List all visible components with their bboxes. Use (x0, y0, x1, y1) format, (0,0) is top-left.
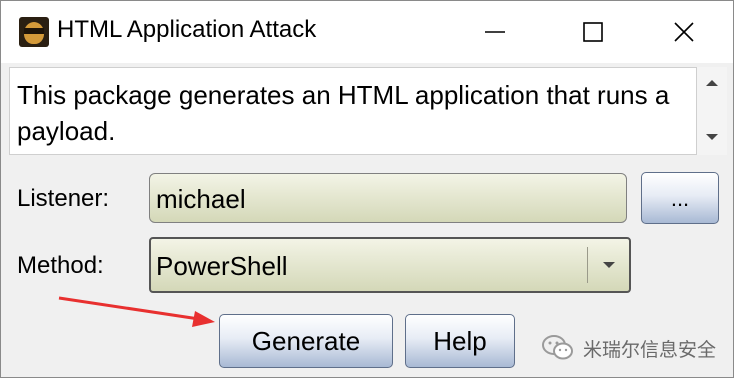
description-scrollbar[interactable] (697, 67, 727, 155)
listener-value: michael (156, 184, 246, 214)
description-text: This package generates an HTML applicati… (17, 80, 670, 146)
select-divider (587, 247, 588, 283)
watermark: 米瑞尔信息安全 (541, 331, 716, 365)
description-area: This package generates an HTML applicati… (9, 67, 697, 155)
method-value: PowerShell (156, 251, 288, 281)
listener-field[interactable]: michael (149, 173, 627, 223)
generate-button[interactable]: Generate (219, 314, 393, 368)
dialog-window: HTML Application Attack This package gen… (0, 0, 734, 378)
scroll-up-icon[interactable] (697, 73, 727, 93)
watermark-text: 米瑞尔信息安全 (583, 338, 717, 361)
help-button[interactable]: Help (405, 314, 515, 368)
browse-listener-button[interactable]: ... (641, 172, 719, 224)
close-icon (674, 22, 694, 42)
listener-label: Listener: (17, 185, 110, 212)
wechat-logo-icon (542, 335, 573, 360)
close-button[interactable] (661, 1, 707, 63)
method-label: Method: (17, 252, 104, 279)
chevron-down-icon[interactable] (589, 239, 629, 291)
minimize-button[interactable] (472, 1, 518, 63)
window-title: HTML Application Attack (57, 16, 317, 43)
scroll-down-icon[interactable] (697, 127, 727, 147)
method-select[interactable]: PowerShell (149, 237, 631, 293)
maximize-button[interactable] (570, 1, 616, 63)
title-bar[interactable]: HTML Application Attack (1, 1, 733, 63)
app-icon (19, 17, 49, 47)
maximize-icon (583, 22, 603, 42)
minimize-icon (485, 31, 505, 33)
